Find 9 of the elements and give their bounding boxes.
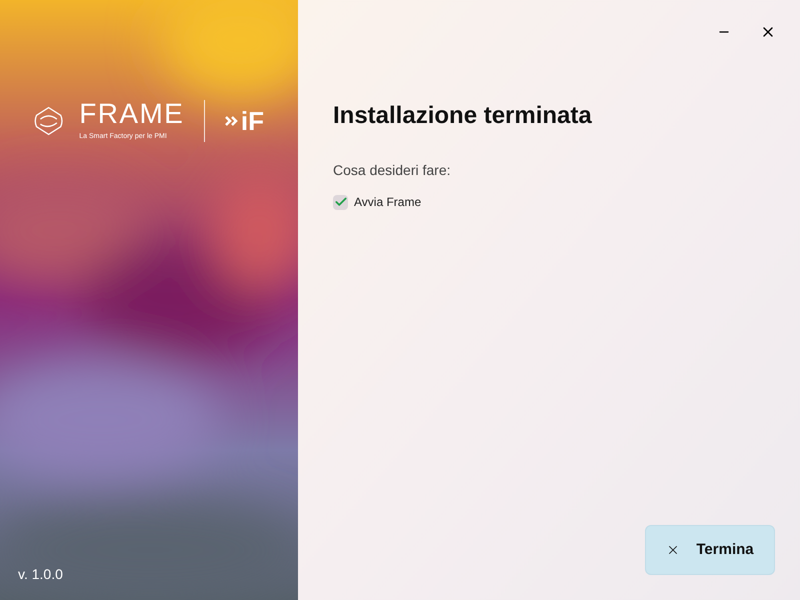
checkbox[interactable] xyxy=(333,194,348,210)
page-title: Installazione terminata xyxy=(333,101,593,131)
finish-button[interactable]: Termina xyxy=(645,525,775,575)
checkbox-label: Avvia Frame xyxy=(354,194,422,211)
logo-name: FRAME xyxy=(79,100,184,128)
chevrons-icon xyxy=(224,115,239,127)
prompt-label: Cosa desideri fare: xyxy=(333,161,452,180)
version-label: v. 1.0.0 xyxy=(17,565,64,584)
partner-logo: iF xyxy=(240,108,264,134)
